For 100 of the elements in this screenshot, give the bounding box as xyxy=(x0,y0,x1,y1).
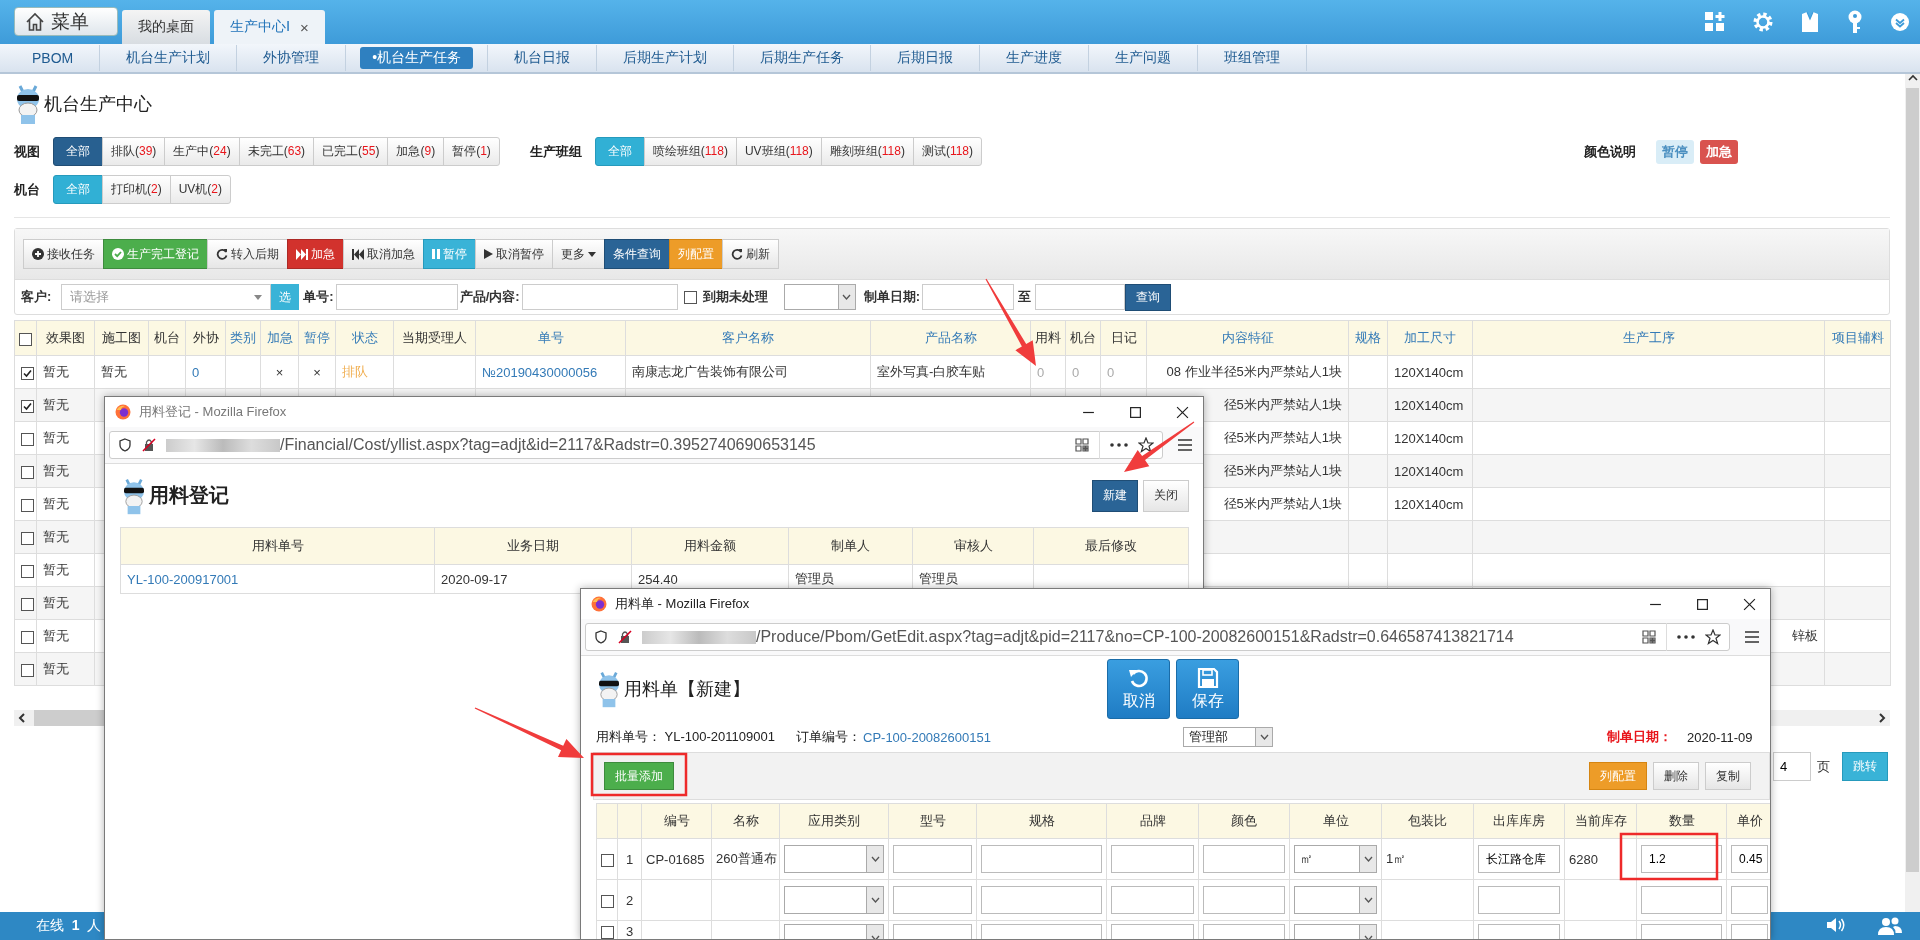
filter-button[interactable]: 全部 xyxy=(53,137,103,166)
nav-item[interactable]: PBOM xyxy=(20,48,86,68)
input-field[interactable] xyxy=(1111,886,1194,914)
input-field[interactable] xyxy=(1641,886,1722,914)
toolbar-button[interactable]: 条件查询 xyxy=(604,239,670,269)
order-number-field[interactable] xyxy=(335,284,458,310)
maximize-icon[interactable] xyxy=(1129,405,1142,419)
dropdown-field[interactable]: ㎡ xyxy=(1294,845,1377,873)
caret-icon[interactable] xyxy=(870,856,880,862)
input-field[interactable]: 0.45 xyxy=(1731,845,1768,873)
users-icon[interactable] xyxy=(1878,917,1902,935)
caret-icon[interactable] xyxy=(870,935,880,939)
row-checkbox[interactable] xyxy=(21,564,34,578)
caret-icon[interactable] xyxy=(1363,856,1373,862)
column-header[interactable]: 类别 xyxy=(225,320,261,356)
shield-icon[interactable] xyxy=(118,438,132,452)
address-bar[interactable]: /Produce/Pbom/GetEdit.aspx?tag=adjt&pid=2117&no=CP-100-20082600151&Radstr=0.646587413821714 xyxy=(585,623,1730,651)
column-header[interactable]: 加工尺寸 xyxy=(1387,320,1473,356)
menu-icon[interactable] xyxy=(1744,630,1760,644)
input-field[interactable]: 长江路仓库 xyxy=(1478,845,1560,873)
filter-button[interactable]: 未完工(63) xyxy=(238,137,315,166)
query-button[interactable]: 查询 xyxy=(1125,283,1171,311)
input-field[interactable] xyxy=(893,845,972,873)
nav-item[interactable]: 机台日报 xyxy=(502,47,583,69)
column-header[interactable]: 项目辅料 xyxy=(1824,320,1891,356)
more-icon[interactable] xyxy=(1677,635,1695,639)
filter-button[interactable]: 加急(9) xyxy=(387,137,445,166)
filter-button[interactable]: 喷绘班组(118) xyxy=(643,137,737,166)
star-icon[interactable] xyxy=(1705,629,1721,645)
table-cell[interactable]: 0 xyxy=(192,364,200,380)
column-header[interactable]: 产品名称 xyxy=(870,320,1031,356)
row-checkbox[interactable] xyxy=(21,597,34,611)
date-from-field[interactable] xyxy=(922,284,1014,310)
vertical-scrollbar[interactable] xyxy=(1905,74,1920,912)
filter-button[interactable]: 雕刻班组(118) xyxy=(820,137,914,166)
nav-item[interactable]: 班组管理 xyxy=(1212,47,1293,69)
row-checkbox[interactable] xyxy=(21,465,34,479)
row-checkbox[interactable] xyxy=(601,853,614,867)
column-header[interactable]: 暂停 xyxy=(298,320,336,356)
maximize-icon[interactable] xyxy=(1696,597,1709,611)
page-number-field[interactable]: 4 xyxy=(1773,752,1811,781)
toolbar-button[interactable]: 转入后期 xyxy=(207,239,288,269)
dialog-button[interactable]: 关闭 xyxy=(1143,479,1189,512)
crossed-lock-icon[interactable] xyxy=(618,630,632,644)
input-field[interactable] xyxy=(1731,886,1768,914)
chevron-down-icon[interactable] xyxy=(1890,12,1910,32)
row-checkbox[interactable] xyxy=(21,531,34,545)
dropdown-field[interactable] xyxy=(784,845,884,873)
chevron-left-icon[interactable] xyxy=(18,713,26,723)
crossed-lock-icon[interactable] xyxy=(142,438,156,452)
filter-button[interactable]: 暂停(1) xyxy=(443,137,500,166)
nav-item[interactable]: 后期生产任务 xyxy=(748,47,857,69)
input-field[interactable] xyxy=(1203,886,1285,914)
input-field[interactable] xyxy=(1478,886,1560,914)
filter-button[interactable]: 测试(118) xyxy=(912,137,983,166)
qr-code-icon[interactable] xyxy=(1075,438,1089,452)
shirt-icon[interactable] xyxy=(1800,11,1820,33)
toolbar-button[interactable]: 加急 xyxy=(287,239,344,269)
filter-button[interactable]: UV班组(118) xyxy=(735,137,822,166)
toolbar-button[interactable]: 接收任务 xyxy=(23,239,104,269)
key-icon[interactable] xyxy=(1846,10,1864,34)
toolbar-button[interactable]: 取消加急 xyxy=(343,239,424,269)
product-field[interactable] xyxy=(521,284,678,310)
department-select[interactable]: 管理部 xyxy=(1183,727,1273,747)
filter-button[interactable]: 已完工(55) xyxy=(313,137,389,166)
input-field[interactable]: 1.2 xyxy=(1641,845,1722,873)
nav-item[interactable]: 生产问题 xyxy=(1103,47,1184,69)
input-field[interactable] xyxy=(981,845,1102,873)
row-checkbox[interactable] xyxy=(601,894,614,908)
nav-item[interactable]: 外协管理 xyxy=(251,47,332,69)
dropdown-field[interactable] xyxy=(1294,886,1377,914)
column-header[interactable]: 加急 xyxy=(260,320,299,356)
menu-button[interactable]: 菜单 xyxy=(14,7,118,36)
caret-icon[interactable] xyxy=(1363,897,1373,903)
input-field[interactable] xyxy=(893,886,972,914)
shield-icon[interactable] xyxy=(594,630,608,644)
star-icon[interactable] xyxy=(1138,437,1154,453)
row-checkbox[interactable] xyxy=(21,366,34,380)
input-field[interactable] xyxy=(1111,845,1194,873)
dialog-button[interactable]: 新建 xyxy=(1092,479,1138,512)
input-field[interactable] xyxy=(981,886,1102,914)
tab[interactable]: 生产中心Ⅰ × xyxy=(214,10,325,44)
close-icon[interactable] xyxy=(1743,597,1756,611)
more-icon[interactable] xyxy=(1110,443,1128,447)
row-checkbox[interactable] xyxy=(21,663,34,677)
column-header[interactable]: 内容特征 xyxy=(1146,320,1349,356)
action-button[interactable]: 取消 xyxy=(1107,659,1170,719)
speaker-icon[interactable] xyxy=(1826,917,1846,933)
nav-item[interactable]: 生产进度 xyxy=(994,47,1075,69)
action-button[interactable]: 保存 xyxy=(1176,659,1239,719)
toolbar-button[interactable]: 复制 xyxy=(1705,762,1751,790)
nav-item[interactable]: 后期日报 xyxy=(885,47,966,69)
column-header[interactable]: 单号 xyxy=(475,320,626,356)
toolbar-button[interactable]: 取消暂停 xyxy=(475,239,553,269)
filter-button[interactable]: 生产中(24) xyxy=(164,137,240,166)
qr-code-icon[interactable] xyxy=(1642,630,1656,644)
toolbar-button[interactable]: 删除 xyxy=(1653,762,1699,790)
apps-icon[interactable] xyxy=(1704,11,1726,33)
settings-icon[interactable] xyxy=(1752,11,1774,33)
nav-item[interactable]: •机台生产任务 xyxy=(360,47,474,69)
